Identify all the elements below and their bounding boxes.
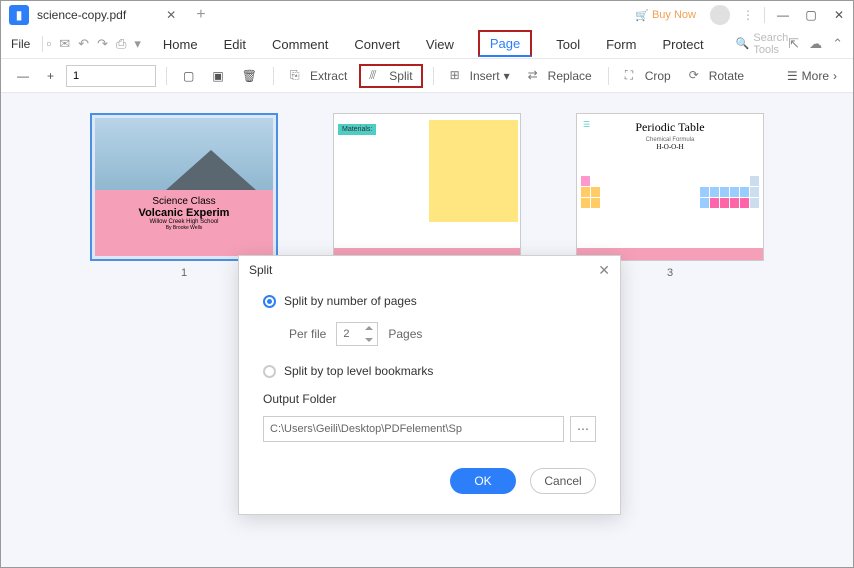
insert-button[interactable]: ⊞Insert ▾ (444, 64, 516, 88)
extract-button[interactable]: ⎘Extract (284, 64, 353, 88)
delete-icon[interactable]: 🗑 (236, 65, 263, 87)
user-avatar[interactable] (710, 5, 730, 25)
radio-split-bookmarks[interactable] (263, 365, 276, 378)
menu-view[interactable]: View (424, 33, 456, 54)
minimize-button[interactable]: — (769, 1, 797, 29)
box2-icon[interactable]: ▣ (206, 65, 229, 87)
page-thumb-3[interactable]: ☰ Periodic Table Chemical Formula H-O-O-… (576, 113, 764, 261)
menu-comment[interactable]: Comment (270, 33, 330, 54)
filename: science-copy.pdf (37, 8, 126, 22)
share-icon[interactable]: ⇱ (788, 36, 799, 52)
modal-close-button[interactable]: ✕ (598, 262, 610, 279)
toolbar: — + ▢ ▣ 🗑 ⎘Extract ⫻Split ⊞Insert ▾ ⇄Rep… (1, 59, 853, 93)
browse-button[interactable]: ⋯ (570, 416, 596, 442)
ok-button[interactable]: OK (450, 468, 516, 494)
thumb3-title: Periodic Table (581, 120, 759, 135)
save-icon[interactable]: ▫ (47, 36, 52, 51)
perfile-label: Per file (289, 327, 326, 341)
page-thumb-1[interactable]: Science Class Volcanic Experim Willow Cr… (90, 113, 278, 261)
zoom-input[interactable] (66, 65, 156, 87)
file-menu[interactable]: File (11, 37, 30, 51)
close-window-button[interactable]: ✕ (825, 1, 853, 29)
periodic-grid (581, 176, 759, 246)
zoom-in-button[interactable]: + (41, 65, 60, 87)
cancel-button[interactable]: Cancel (530, 468, 596, 494)
content-area: Science Class Volcanic Experim Willow Cr… (1, 93, 853, 567)
collapse-icon[interactable]: ⌃ (832, 36, 843, 52)
perfile-spinner[interactable]: 2 (336, 322, 378, 346)
titlebar: ▮ science-copy.pdf ✕ + 🛒 Buy Now ⋮ — ▢ ✕ (1, 1, 853, 29)
cloud-icon[interactable]: ☁ (809, 36, 822, 52)
opt1-label: Split by number of pages (284, 294, 417, 308)
thumb3-formula: H-O-O-H (581, 143, 759, 151)
split-button[interactable]: ⫻Split (359, 64, 422, 88)
tab-add-button[interactable]: + (196, 6, 205, 24)
menubar: File ▫ ✉ ↶ ↷ ⎙ ▾ Home Edit Comment Conve… (1, 29, 853, 59)
crop-button[interactable]: ⛶Crop (619, 64, 677, 88)
maximize-button[interactable]: ▢ (797, 1, 825, 29)
zoom-out-button[interactable]: — (11, 65, 35, 87)
rotate-button[interactable]: ⟳Rotate (683, 64, 750, 88)
print-dropdown-icon[interactable]: ▾ (134, 36, 141, 52)
menu-home[interactable]: Home (161, 33, 200, 54)
thumb1-title: Volcanic Experim (101, 207, 267, 219)
split-modal: Split ✕ Split by number of pages Per fil… (238, 255, 621, 515)
thumb1-class: Science Class (101, 196, 267, 207)
mail-icon[interactable]: ✉ (59, 36, 70, 52)
menu-page[interactable]: Page (478, 30, 532, 57)
thumb2-materials: Materials: (338, 124, 376, 135)
menu-convert[interactable]: Convert (352, 33, 402, 54)
box1-icon[interactable]: ▢ (177, 65, 200, 87)
more-button[interactable]: ☰ More › (781, 65, 843, 87)
print-icon[interactable]: ⎙ (116, 36, 126, 52)
page-thumb-2[interactable]: Materials: (333, 113, 521, 261)
buy-now-link[interactable]: 🛒 Buy Now (635, 9, 696, 22)
opt2-label: Split by top level bookmarks (284, 364, 433, 378)
menu-tool[interactable]: Tool (554, 33, 582, 54)
radio-split-pages[interactable] (263, 295, 276, 308)
tab-close-button[interactable]: ✕ (166, 8, 176, 22)
pages-label: Pages (388, 327, 422, 341)
undo-icon[interactable]: ↶ (78, 36, 89, 52)
menu-edit[interactable]: Edit (222, 33, 248, 54)
redo-icon[interactable]: ↷ (97, 36, 108, 52)
modal-title: Split (249, 263, 272, 277)
app-icon: ▮ (9, 5, 29, 25)
thumb1-author: By Brooke Wells (101, 225, 267, 231)
menu-form[interactable]: Form (604, 33, 638, 54)
menu-protect[interactable]: Protect (660, 33, 705, 54)
replace-button[interactable]: ⇄Replace (522, 64, 598, 88)
search-tools[interactable]: 🔍 Search Tools (736, 32, 789, 56)
output-folder-label: Output Folder (263, 392, 596, 406)
thumb3-num: 3 (667, 267, 673, 279)
more-menu-icon[interactable]: ⋮ (742, 8, 754, 22)
output-folder-input[interactable] (263, 416, 564, 442)
thumb1-num: 1 (181, 267, 187, 279)
